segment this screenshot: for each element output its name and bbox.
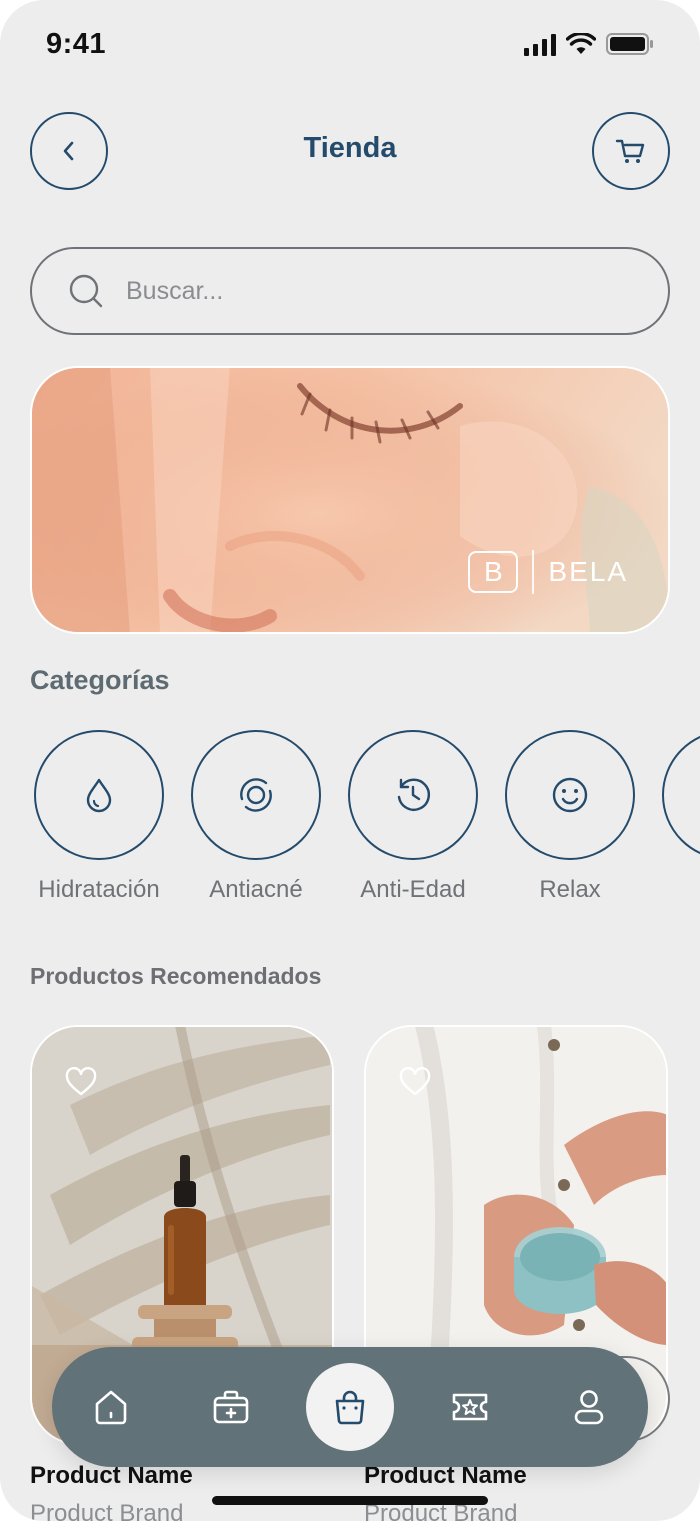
brand-name: BELA bbox=[548, 556, 628, 587]
cart-icon bbox=[615, 139, 645, 163]
categories-title: Categorías bbox=[30, 665, 170, 695]
cart-button[interactable] bbox=[592, 112, 670, 190]
status-time: 9:41 bbox=[46, 28, 107, 60]
ticket-star-icon bbox=[452, 1393, 488, 1421]
category-anti-edad[interactable]: Anti-Edad bbox=[348, 730, 478, 904]
products-title: Productos Recomendados bbox=[30, 963, 322, 989]
tab-coupons[interactable] bbox=[415, 1347, 525, 1467]
category-circle bbox=[662, 730, 700, 860]
category-circle bbox=[348, 730, 478, 860]
phone-screen: 9:41 Tienda Buscar... B BELA Categorías … bbox=[0, 0, 700, 1521]
wifi-icon bbox=[566, 33, 596, 54]
category-label: Anti-Edad bbox=[360, 876, 466, 903]
category-circle bbox=[34, 730, 164, 860]
category-antiacne[interactable]: Antiacné bbox=[191, 730, 321, 904]
category-relax[interactable]: Relax bbox=[505, 730, 635, 904]
category-partial[interactable] bbox=[662, 730, 700, 904]
tab-shop[interactable] bbox=[295, 1347, 405, 1467]
signal-icon bbox=[524, 32, 556, 56]
category-label: Hidratación bbox=[38, 876, 160, 903]
search-icon bbox=[68, 273, 104, 309]
brand-logo: B bbox=[468, 551, 519, 593]
history-clock-icon bbox=[397, 778, 431, 811]
product-info: Product Name Product Brand bbox=[30, 1462, 193, 1521]
category-label: Relax bbox=[539, 876, 601, 903]
heart-icon[interactable] bbox=[64, 1067, 98, 1097]
product-brand: Product Brand bbox=[30, 1500, 184, 1521]
category-circle bbox=[191, 730, 321, 860]
user-icon bbox=[574, 1390, 604, 1425]
category-label: Antiacné bbox=[209, 876, 303, 903]
smile-icon bbox=[552, 777, 588, 813]
home-indicator[interactable] bbox=[212, 1496, 488, 1505]
banner-brand: B BELA bbox=[468, 550, 628, 594]
battery-icon bbox=[606, 33, 653, 55]
target-icon bbox=[240, 778, 272, 812]
shopping-bag-icon bbox=[335, 1390, 365, 1425]
promo-banner[interactable]: B BELA bbox=[30, 366, 670, 634]
brand-divider bbox=[532, 550, 535, 594]
home-icon bbox=[95, 1390, 127, 1425]
product-info: Product Name Product Brand bbox=[364, 1462, 527, 1521]
categories-list: Hidratación Antiacné Anti-Edad Relax bbox=[34, 730, 700, 904]
search-bar[interactable] bbox=[30, 247, 670, 335]
search-input[interactable] bbox=[124, 275, 588, 307]
status-icons bbox=[524, 32, 654, 56]
medical-kit-icon bbox=[213, 1390, 249, 1424]
category-hidratacion[interactable]: Hidratación bbox=[34, 730, 164, 904]
top-nav: Tienda bbox=[30, 112, 670, 194]
bottom-tab-bar bbox=[52, 1347, 648, 1467]
drop-icon bbox=[86, 778, 112, 813]
status-bar: 9:41 bbox=[0, 0, 700, 90]
tab-home[interactable] bbox=[56, 1347, 166, 1467]
tab-profile[interactable] bbox=[534, 1347, 644, 1467]
active-tab-indicator bbox=[306, 1363, 394, 1451]
tab-treatments[interactable] bbox=[176, 1347, 286, 1467]
heart-icon[interactable] bbox=[398, 1067, 432, 1097]
category-circle bbox=[505, 730, 635, 860]
page-title: Tienda bbox=[303, 132, 397, 164]
